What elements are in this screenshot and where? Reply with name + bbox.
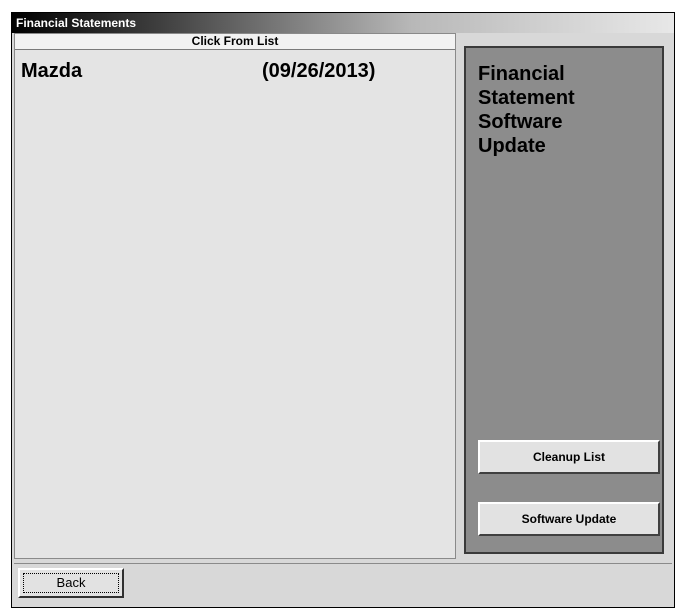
back-button[interactable]: Back <box>18 568 124 598</box>
side-panel-title-line: Software <box>478 111 563 133</box>
side-panel-title-line: Update <box>478 135 546 157</box>
list-item[interactable]: Mazda (09/26/2013) <box>19 60 449 86</box>
side-panel-title: Financial Statement Software Update <box>478 62 628 158</box>
financial-statements-window: Financial Statements Click From List Maz… <box>11 12 675 608</box>
list-item-name: Mazda <box>21 60 83 82</box>
statement-list: Click From List Mazda (09/26/2013) <box>14 33 456 559</box>
cleanup-list-button[interactable]: Cleanup List <box>478 440 660 474</box>
back-button-label: Back <box>56 575 86 590</box>
list-item-date: (09/26/2013) <box>262 60 376 82</box>
side-panel-title-line: Statement <box>478 87 575 109</box>
list-header: Click From List <box>15 34 455 50</box>
bottom-toolbar: Back <box>14 563 672 603</box>
software-update-button[interactable]: Software Update <box>478 502 660 536</box>
side-panel: Financial Statement Software Update Clea… <box>464 46 664 554</box>
window-title: Financial Statements <box>12 13 674 33</box>
side-panel-title-line: Financial <box>478 63 565 85</box>
